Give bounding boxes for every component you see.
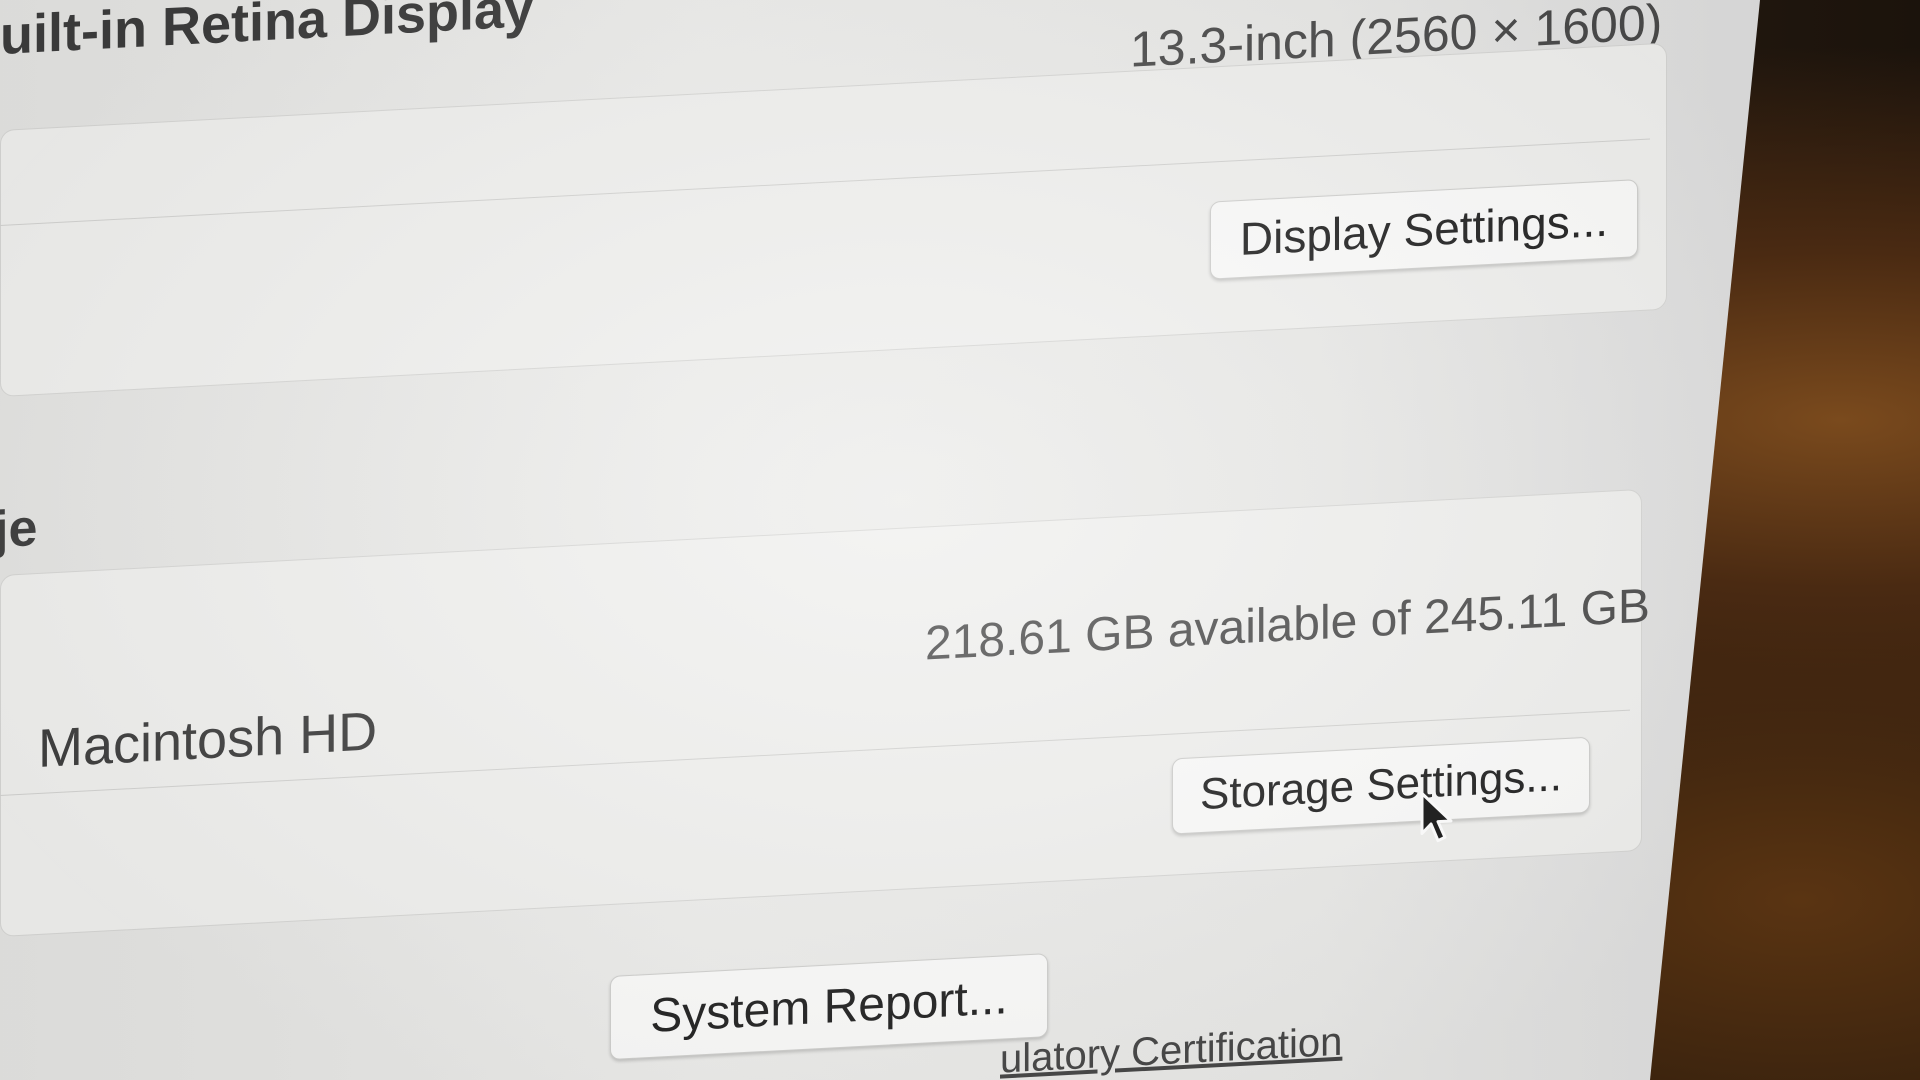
- system-report-button[interactable]: System Report...: [610, 953, 1048, 1061]
- about-this-mac-window: uilt-in Retina Display 13.3-inch (2560 ×…: [0, 0, 1760, 1080]
- window-content: uilt-in Retina Display 13.3-inch (2560 ×…: [0, 0, 1760, 1080]
- regulatory-certification-link[interactable]: ulatory Certification: [1000, 1020, 1342, 1080]
- storage-section-title: je: [0, 499, 38, 560]
- mouse-pointer-icon: [1420, 791, 1453, 843]
- display-name-label: uilt-in Retina Display: [0, 0, 535, 67]
